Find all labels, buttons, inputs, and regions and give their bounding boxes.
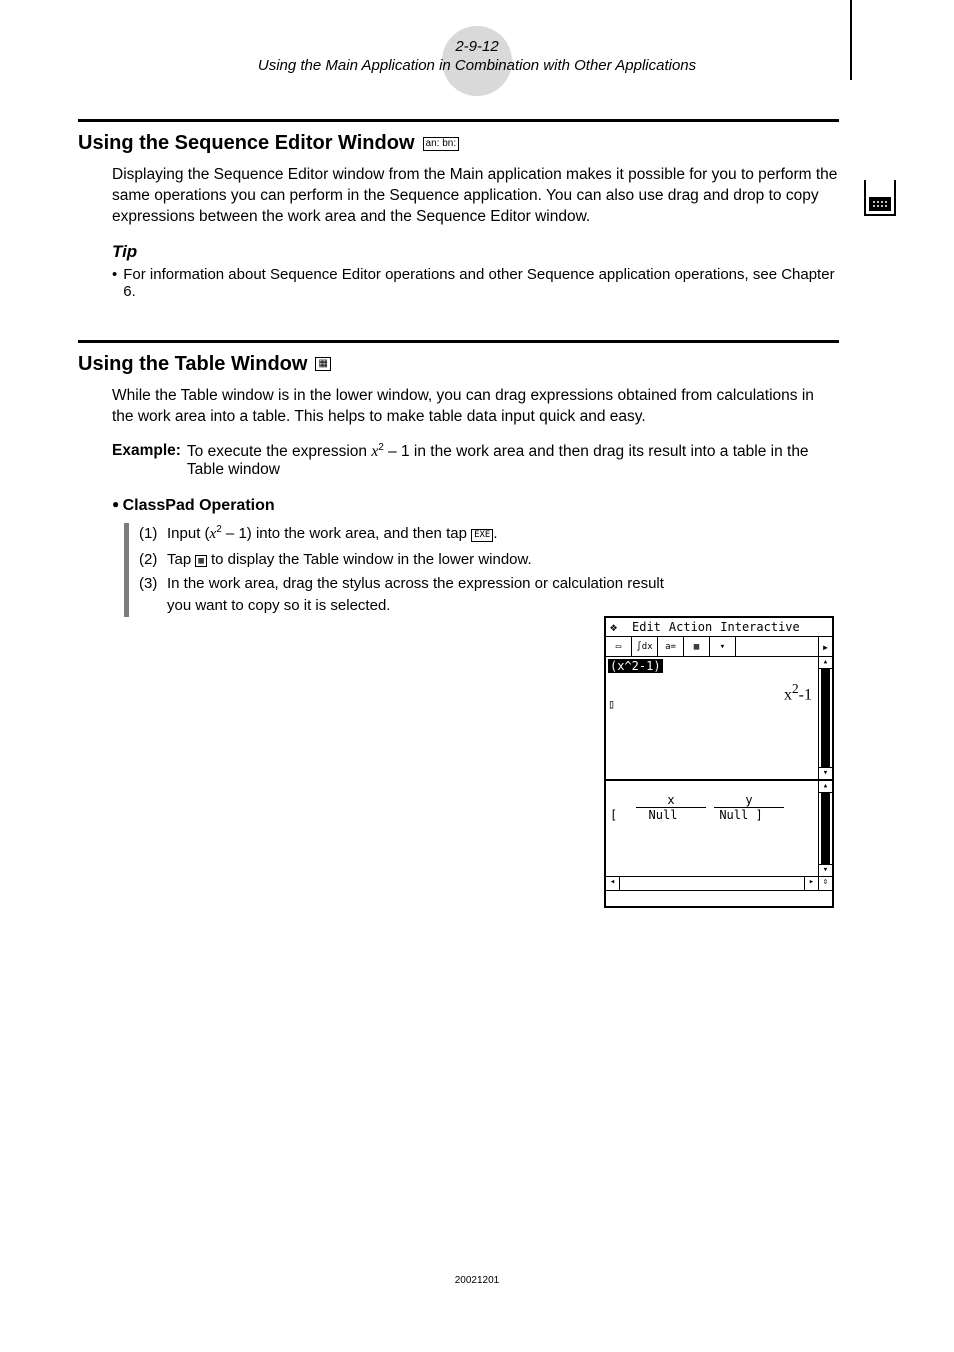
footer-code: 20021201 bbox=[0, 1275, 954, 1286]
heading-table-window: Using the Table Window ▦ bbox=[78, 353, 839, 376]
table-row-marker: [ bbox=[610, 808, 624, 822]
hscroll-left[interactable]: ◂ bbox=[606, 877, 620, 890]
device-screenshot: ❖ Edit Action Interactive ▭ ∫dx a= ▦ ▾ ▸… bbox=[604, 616, 834, 908]
table-scroll-up[interactable]: ▴ bbox=[819, 781, 832, 793]
menu-edit[interactable]: Edit bbox=[632, 620, 661, 634]
work-scroll-down[interactable]: ▾ bbox=[819, 767, 832, 779]
toolbar-btn-3[interactable]: a= bbox=[658, 637, 684, 656]
calc-result[interactable]: x2-1 bbox=[784, 681, 812, 704]
table-scroll-down[interactable]: ▾ bbox=[819, 864, 832, 876]
toolbar-btn-dropdown[interactable]: ▾ bbox=[710, 637, 736, 656]
table-header-y[interactable]: y bbox=[714, 793, 784, 808]
resize-handle[interactable]: ⇕ bbox=[818, 877, 832, 890]
exe-icon: EXE bbox=[471, 529, 493, 542]
page-number: 2-9-12 bbox=[0, 38, 954, 55]
table-cell-x[interactable]: Null bbox=[628, 808, 698, 822]
table-header-x[interactable]: x bbox=[636, 793, 706, 808]
toolbar-btn-4[interactable]: ▦ bbox=[684, 637, 710, 656]
toolbar: ▭ ∫dx a= ▦ ▾ ▸ bbox=[606, 637, 832, 657]
calculator-icon bbox=[864, 180, 896, 216]
work-scroll-up[interactable]: ▴ bbox=[819, 657, 832, 669]
toolbar-btn-1[interactable]: ▭ bbox=[606, 637, 632, 656]
table-area[interactable]: x y [ Null Null ▴ ▾ bbox=[606, 781, 832, 876]
status-bar bbox=[606, 890, 832, 906]
tip-heading: Tip bbox=[112, 242, 839, 262]
sequence-editor-icon: an: bn: bbox=[423, 137, 460, 151]
table-window-body: While the Table window is in the lower w… bbox=[112, 386, 839, 428]
example-block: Example: To execute the expression x2 – … bbox=[112, 442, 839, 479]
table-cell-y[interactable]: Null bbox=[706, 808, 776, 822]
selected-expression[interactable]: (x^2-1) bbox=[608, 659, 663, 673]
hscroll-track[interactable] bbox=[620, 877, 804, 890]
hscroll-right[interactable]: ▸ bbox=[804, 877, 818, 890]
tip-bullet: • For information about Sequence Editor … bbox=[112, 266, 839, 300]
menu-action[interactable]: Action bbox=[669, 620, 712, 634]
menu-interactive[interactable]: Interactive bbox=[720, 620, 799, 634]
app-menu-icon[interactable]: ❖ bbox=[610, 620, 624, 632]
classpad-operation-heading: ClassPad Operation bbox=[112, 497, 839, 515]
steps-block: (1) Input (x2 – 1) into the work area, a… bbox=[124, 523, 669, 617]
page-subtitle: Using the Main Application in Combinatio… bbox=[0, 57, 954, 74]
work-scrollbar[interactable] bbox=[821, 669, 830, 767]
heading-sequence-editor: Using the Sequence Editor Window an: bn: bbox=[78, 132, 839, 155]
table-window-icon: ▦ bbox=[315, 357, 330, 371]
work-area[interactable]: (x^2-1) x2-1 ▯ ▴ ▾ bbox=[606, 657, 832, 781]
toolbar-btn-2[interactable]: ∫dx bbox=[632, 637, 658, 656]
cursor: ▯ bbox=[608, 697, 615, 711]
table-icon: ▦ bbox=[195, 555, 206, 568]
table-scrollbar[interactable] bbox=[821, 793, 830, 864]
sequence-editor-body: Displaying the Sequence Editor window fr… bbox=[112, 165, 839, 228]
toolbar-more[interactable]: ▸ bbox=[818, 637, 832, 656]
